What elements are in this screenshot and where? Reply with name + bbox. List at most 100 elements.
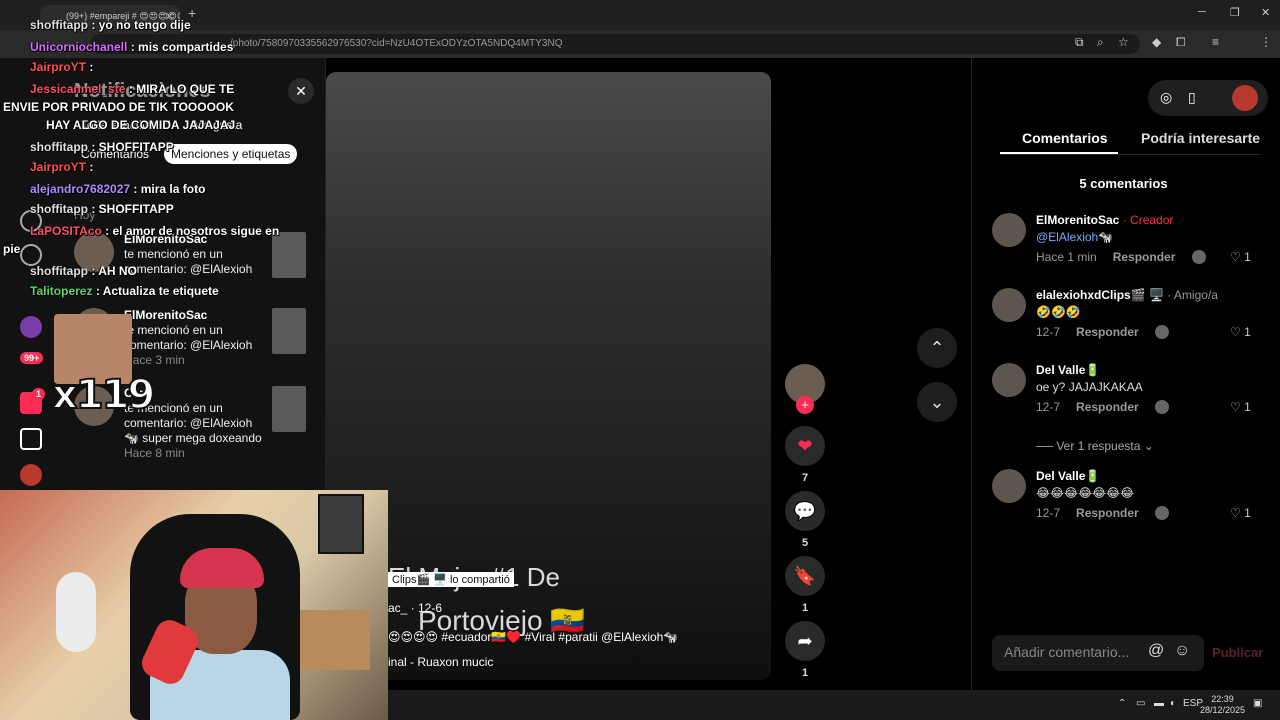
chat-message: JairproYT : <box>30 60 93 74</box>
reply-button[interactable]: Responder <box>1076 325 1139 339</box>
reply-button[interactable]: Responder <box>1076 506 1139 520</box>
puzzle-icon[interactable]: ⧠ <box>1176 35 1186 50</box>
menu-kebab-icon[interactable]: ⋮ <box>1260 35 1272 49</box>
save-button[interactable]: 🔖 1 <box>785 556 825 614</box>
avatar[interactable] <box>992 288 1026 322</box>
video-music[interactable]: inal - Ruaxon mucic <box>388 655 493 669</box>
person-hair <box>180 548 264 588</box>
webcam-overlay <box>0 490 388 720</box>
notif-thumbnail[interactable] <box>272 308 306 354</box>
chat-text: pie <box>3 242 21 256</box>
notif-thumbnail[interactable] <box>272 232 306 278</box>
view-replies-button[interactable]: ── Ver 1 respuesta ⌄ <box>1036 439 1154 453</box>
avatar[interactable] <box>992 469 1026 503</box>
creator-tag: · Creador <box>1122 213 1174 227</box>
avatar[interactable] <box>992 363 1026 397</box>
clock-time: 22:39 <box>1211 694 1234 704</box>
chat-text: : mis compartides <box>130 40 234 54</box>
chat-text: : <box>89 60 94 74</box>
close-window-button[interactable]: ✕ <box>1261 6 1270 19</box>
friend-tag: · Amigo/a <box>1167 288 1218 302</box>
phone-icon[interactable]: ▯ <box>1188 89 1196 106</box>
chat-message: alejandro7682027 : mira la foto <box>30 182 205 196</box>
chat-message: shoffitapp : SHOFFITAPP <box>30 140 174 154</box>
profile-avatar-icon[interactable] <box>20 464 42 486</box>
chat-text: : AH NO <box>91 264 137 278</box>
chat-username: shoffitapp <box>30 140 88 154</box>
comment-like-button[interactable]: ♡ 1 <box>1230 325 1251 339</box>
bookmark-star-icon[interactable]: ☆ <box>1118 35 1129 49</box>
tray-battery-icon[interactable]: ▬ <box>1154 698 1164 709</box>
tray-network-icon[interactable]: ▭ <box>1136 698 1145 709</box>
messages-badge: 1 <box>32 388 46 400</box>
taskbar-clock[interactable]: 22:39 28/12/2025 <box>1200 694 1245 716</box>
extension-icon[interactable]: ◆ <box>1152 35 1161 49</box>
live-avatar-icon[interactable] <box>20 316 42 338</box>
reply-button[interactable]: Responder <box>1113 250 1176 264</box>
maximize-button[interactable]: ❐ <box>1230 6 1240 19</box>
comments-count: 5 comentarios <box>1079 176 1168 191</box>
chat-message: shoffitapp : SHOFFITAPP <box>30 202 174 216</box>
windows-taskbar: ⌃ ▭ ▬ ◐ ESP ▣ <box>388 690 1280 720</box>
comment-time: 12-7 <box>1036 506 1061 520</box>
video-player[interactable]: El Mejor #1 De Portoviejo 🇪🇨 <box>326 72 771 680</box>
comment-like-button[interactable]: ♡ 1 <box>1230 250 1251 264</box>
compass-icon[interactable]: ◎ <box>1160 89 1172 106</box>
reply-button[interactable]: Responder <box>1076 400 1139 414</box>
profile-avatar-icon[interactable] <box>1232 85 1258 111</box>
chat-username: alejandro7682027 <box>30 182 131 196</box>
video-author[interactable]: ac_ · 12-6 <box>388 601 442 615</box>
share-count: 1 <box>801 667 809 679</box>
comment-author[interactable]: Del Valle🔋 <box>1036 469 1100 483</box>
notif-user: ElMorenitoSac <box>124 308 208 322</box>
comment-like-button[interactable]: ♡ 1 <box>1230 400 1251 414</box>
tab-you-may-like[interactable]: Podría interesarte <box>1141 130 1260 146</box>
tray-volume-icon[interactable]: ◐ <box>1170 698 1176 709</box>
chat-message: shoffitapp : yo no tengo dije <box>30 18 191 32</box>
comment-author[interactable]: Del Valle🔋 <box>1036 363 1100 377</box>
emoji-icon[interactable]: ☺ <box>1174 642 1190 660</box>
minimize-button[interactable]: ─ <box>1198 6 1206 18</box>
follow-plus-icon[interactable]: + <box>796 396 814 414</box>
comment-like-count: 1 <box>1244 400 1251 414</box>
comment-like-button[interactable]: ♡ 1 <box>1230 506 1251 520</box>
share-button[interactable]: ➦ 1 <box>785 621 825 679</box>
publish-button[interactable]: Publicar <box>1212 645 1263 660</box>
notif-thumbnail[interactable] <box>272 386 306 432</box>
media-icon[interactable]: ≡ <box>1212 35 1219 49</box>
like-button[interactable]: ❤ 7 <box>785 426 825 484</box>
chat-username: JairproYT <box>30 60 87 74</box>
comment-mention[interactable]: @ElAlexioh🐄 <box>1036 230 1113 244</box>
chat-text: : Actualiza te etiquete <box>95 284 219 298</box>
zoom-icon[interactable]: ⌕ <box>1097 35 1104 50</box>
next-video-button[interactable]: ⌄ <box>917 382 957 422</box>
chat-text: : SHOFFITAPP <box>91 140 174 154</box>
url-field[interactable]: /photo/7580970335562976530?cid=NzU4OTExO… <box>90 34 1140 54</box>
avatar[interactable] <box>992 213 1026 247</box>
comment-author[interactable]: ElMorenitoSac <box>1036 213 1119 227</box>
previous-video-button[interactable]: ⌃ <box>917 328 957 368</box>
emote-multiplier: x119 <box>51 371 156 419</box>
save-count: 1 <box>801 602 809 614</box>
comment-author[interactable]: elalexiohxdClips🎬 🖥️ <box>1036 288 1164 302</box>
close-notifications-button[interactable]: ✕ <box>288 78 314 104</box>
notification-center-icon[interactable]: ▣ <box>1253 698 1262 709</box>
chat-text: HAY ALGO DE COMIDA JAJAJAJ <box>46 118 236 132</box>
chat-message: Talitoperez : Actualiza te etiquete <box>30 284 219 298</box>
chat-text: : mira la foto <box>133 182 206 196</box>
tab-comments[interactable]: Comentarios <box>1022 130 1108 146</box>
filter-mentions[interactable]: Menciones y etiquetas <box>164 144 298 164</box>
add-comment-input[interactable]: Añadir comentario... <box>992 635 1204 671</box>
chat-message: JairproYT : <box>30 160 93 174</box>
creator-avatar-button[interactable]: + <box>785 364 825 414</box>
screen-cast-icon[interactable]: ⧉ <box>1075 35 1084 50</box>
chat-message: LaPOSITAco : el amor de nosotros sigue e… <box>30 224 279 238</box>
following-icon[interactable] <box>20 244 42 266</box>
tray-chevron-icon[interactable]: ⌃ <box>1118 698 1126 709</box>
comment-text: 😂😂😂😂😂😂😂 <box>1036 486 1135 500</box>
upload-icon[interactable] <box>20 428 42 450</box>
chat-username: Unicorniochanell <box>30 40 128 54</box>
comment-button[interactable]: 💬 5 <box>785 491 825 549</box>
mention-at-icon[interactable]: @ <box>1148 642 1164 660</box>
creator-liked-avatar <box>1155 506 1169 520</box>
